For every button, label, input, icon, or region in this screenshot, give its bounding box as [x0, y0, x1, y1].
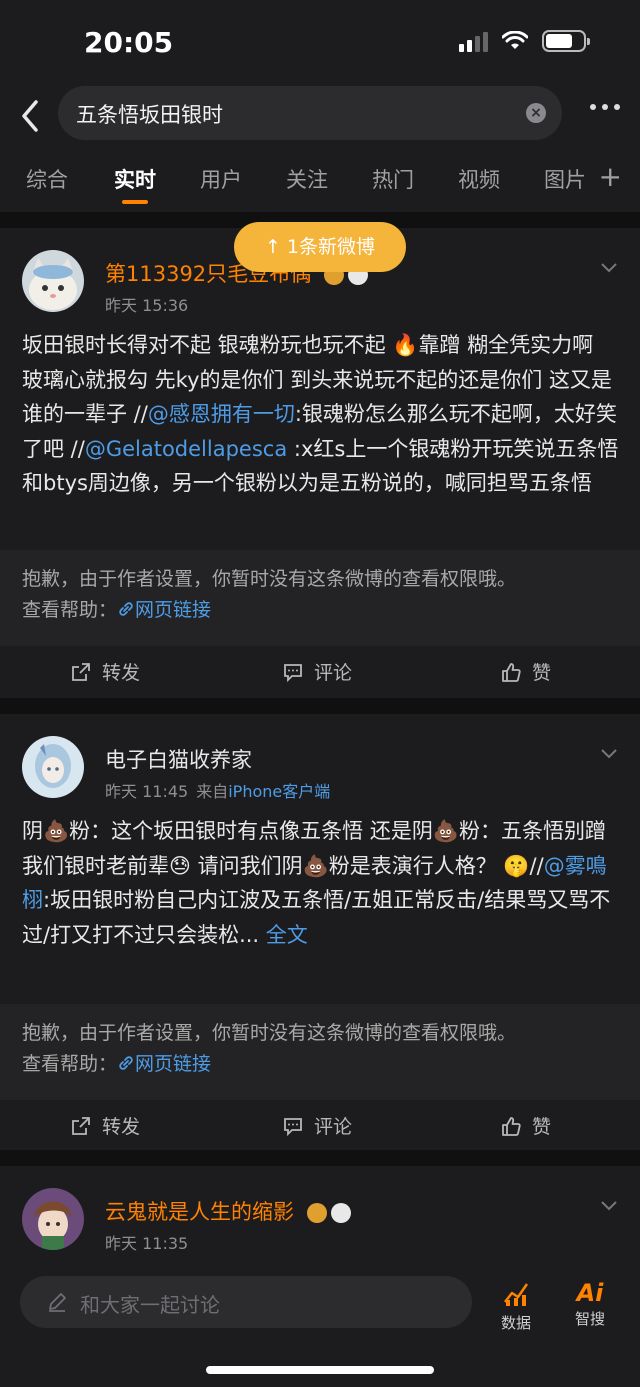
- repost-icon: [72, 662, 90, 681]
- like-button[interactable]: 赞: [500, 1112, 551, 1139]
- tab-images[interactable]: 图片: [544, 164, 590, 194]
- expand-full-text-link[interactable]: 全文: [259, 923, 308, 947]
- thumbs-up-icon: [502, 1116, 521, 1136]
- post-time: 昨天 11:45: [105, 782, 189, 801]
- divider: [0, 698, 640, 714]
- source-prefix: 来自: [196, 782, 229, 801]
- help-label: 查看帮助：: [22, 1053, 118, 1075]
- repost-icon: [72, 1116, 90, 1135]
- post-card: 云鬼就是人生的缩影 昨天 11:35: [0, 1166, 640, 1266]
- post-text: 坂田银时长得对不起 银魂粉玩也玩不起 🔥靠蹭 糊全凭实力啊 玻璃心就报勾 先ky…: [22, 333, 619, 495]
- avatar[interactable]: [22, 1188, 84, 1250]
- tab-hot[interactable]: 热门: [372, 164, 414, 194]
- permission-notice: 抱歉，由于作者设置，你暂时没有这条微博的查看权限哦。 查看帮助： 网页链接: [0, 1004, 640, 1100]
- data-button[interactable]: 数据: [486, 1278, 546, 1333]
- pencil-icon: [49, 1293, 66, 1312]
- home-indicator: [206, 1366, 434, 1374]
- mention-link[interactable]: @感恩拥有一切: [148, 402, 295, 426]
- web-link[interactable]: 网页链接: [117, 1053, 211, 1075]
- add-tab-icon[interactable]: +: [599, 160, 622, 193]
- comment-button[interactable]: 评论: [282, 658, 352, 685]
- post-card: 第113392只毛豆布偶 昨天 15:36 坂田银时长得对不起 银魂粉玩也玩不起…: [0, 228, 640, 698]
- source-link[interactable]: iPhone客户端: [228, 782, 330, 801]
- notice-text: 抱歉，由于作者设置，你暂时没有这条微博的查看权限哦。: [22, 1022, 517, 1044]
- search-input[interactable]: 五条悟坂田银时 ×: [58, 86, 562, 140]
- web-link[interactable]: 网页链接: [117, 599, 211, 621]
- active-tab-indicator: [122, 200, 148, 204]
- post-actions: 转发 评论 赞: [0, 1100, 640, 1152]
- tab-bar: 综合 实时 用户 关注 热门 视频 图片 +: [0, 148, 640, 212]
- clear-icon[interactable]: ×: [526, 103, 546, 123]
- divider: [0, 1150, 640, 1166]
- data-label: 数据: [500, 1314, 531, 1332]
- status-time: 20:05: [84, 26, 174, 59]
- thumbs-up-icon: [502, 662, 521, 682]
- back-icon[interactable]: [14, 96, 50, 136]
- chevron-down-icon[interactable]: [600, 1200, 618, 1212]
- username[interactable]: 云鬼就是人生的缩影: [105, 1196, 351, 1226]
- repost-button[interactable]: 转发: [70, 1112, 140, 1139]
- ai-search-button[interactable]: Ai 智搜: [560, 1278, 620, 1329]
- status-icons: [459, 30, 590, 52]
- tab-realtime[interactable]: 实时: [114, 164, 156, 194]
- ai-icon: Ai: [576, 1279, 604, 1307]
- link-icon: [119, 602, 133, 616]
- search-header: 五条悟坂田银时 ×: [0, 86, 640, 148]
- avatar[interactable]: [22, 736, 84, 798]
- user-badges: [306, 1203, 351, 1223]
- chart-icon: [504, 1283, 529, 1306]
- permission-notice: 抱歉，由于作者设置，你暂时没有这条微博的查看权限哦。 查看帮助： 网页链接: [0, 550, 640, 646]
- post-card: 电子白猫收养家 昨天 11:45 来自iPhone客户端 阴💩粉：这个坂田银时有点…: [0, 714, 640, 1150]
- tab-video[interactable]: 视频: [458, 164, 500, 194]
- chevron-down-icon[interactable]: [600, 262, 618, 274]
- tab-following[interactable]: 关注: [286, 164, 328, 194]
- cellular-signal-icon: [459, 30, 488, 52]
- comment-icon: [284, 1117, 302, 1136]
- search-query: 五条悟坂田银时: [76, 103, 223, 127]
- username[interactable]: 电子白猫收养家: [105, 744, 252, 774]
- battery-icon: [542, 30, 590, 52]
- mention-link[interactable]: @Gelatodellapesca: [85, 437, 287, 461]
- comment-button[interactable]: 评论: [282, 1112, 352, 1139]
- ai-search-label: 智搜: [574, 1310, 605, 1328]
- help-label: 查看帮助：: [22, 599, 118, 621]
- more-options-icon[interactable]: [590, 104, 620, 110]
- discussion-placeholder: 和大家一起讨论: [80, 1293, 220, 1317]
- wifi-icon: [502, 31, 528, 49]
- post-text: 阴💩粉：这个坂田银时有点像五条悟 还是阴💩粉：五条悟别蹭我们银时老前辈😓 请问我…: [22, 819, 611, 947]
- post-time: 昨天 11:35: [105, 1234, 189, 1253]
- post-meta: 昨天 11:45 来自iPhone客户端: [105, 778, 330, 802]
- repost-button[interactable]: 转发: [70, 658, 140, 685]
- panda-badge-icon: [330, 1203, 351, 1223]
- comment-icon: [284, 663, 302, 682]
- crown-badge-icon: [306, 1203, 327, 1223]
- like-button[interactable]: 赞: [500, 658, 551, 685]
- post-actions: 转发 评论 赞: [0, 646, 640, 698]
- notice-text: 抱歉，由于作者设置，你暂时没有这条微博的查看权限哦。: [22, 568, 517, 590]
- avatar[interactable]: [22, 250, 84, 312]
- discussion-input[interactable]: 和大家一起讨论: [20, 1276, 472, 1328]
- chevron-down-icon[interactable]: [600, 748, 618, 760]
- post-time: 昨天 15:36: [105, 296, 189, 315]
- status-bar: 20:05: [0, 0, 640, 86]
- link-icon: [119, 1056, 133, 1070]
- new-posts-button[interactable]: ↑ 1条新微博: [234, 222, 406, 272]
- tab-users[interactable]: 用户: [200, 164, 242, 194]
- tab-comprehensive[interactable]: 综合: [26, 164, 68, 194]
